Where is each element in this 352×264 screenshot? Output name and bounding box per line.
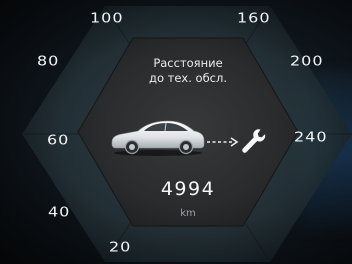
speed-tick-200: 200 xyxy=(290,53,324,69)
instrument-cluster-screen: 100 160 80 200 60 240 40 20 Расстояние д… xyxy=(0,0,352,264)
dashed-arrow-icon xyxy=(207,137,239,147)
speed-tick-100: 100 xyxy=(90,10,124,26)
service-title-line1: Расстояние xyxy=(153,56,223,70)
speed-tick-60: 60 xyxy=(47,132,70,148)
speed-tick-40: 40 xyxy=(48,204,71,220)
speed-tick-240: 240 xyxy=(294,129,328,145)
service-title-line2: до тех. обсл. xyxy=(149,71,227,85)
service-distance-unit: km xyxy=(180,208,196,219)
car-icon xyxy=(111,120,205,156)
speed-tick-80: 80 xyxy=(37,53,60,69)
speed-tick-160: 160 xyxy=(237,10,271,26)
wrench-icon xyxy=(242,129,266,153)
speed-tick-20: 20 xyxy=(109,239,132,255)
service-distance-title: Расстояние до тех. обсл. xyxy=(132,56,244,86)
service-distance-value: 4994 xyxy=(160,178,216,200)
